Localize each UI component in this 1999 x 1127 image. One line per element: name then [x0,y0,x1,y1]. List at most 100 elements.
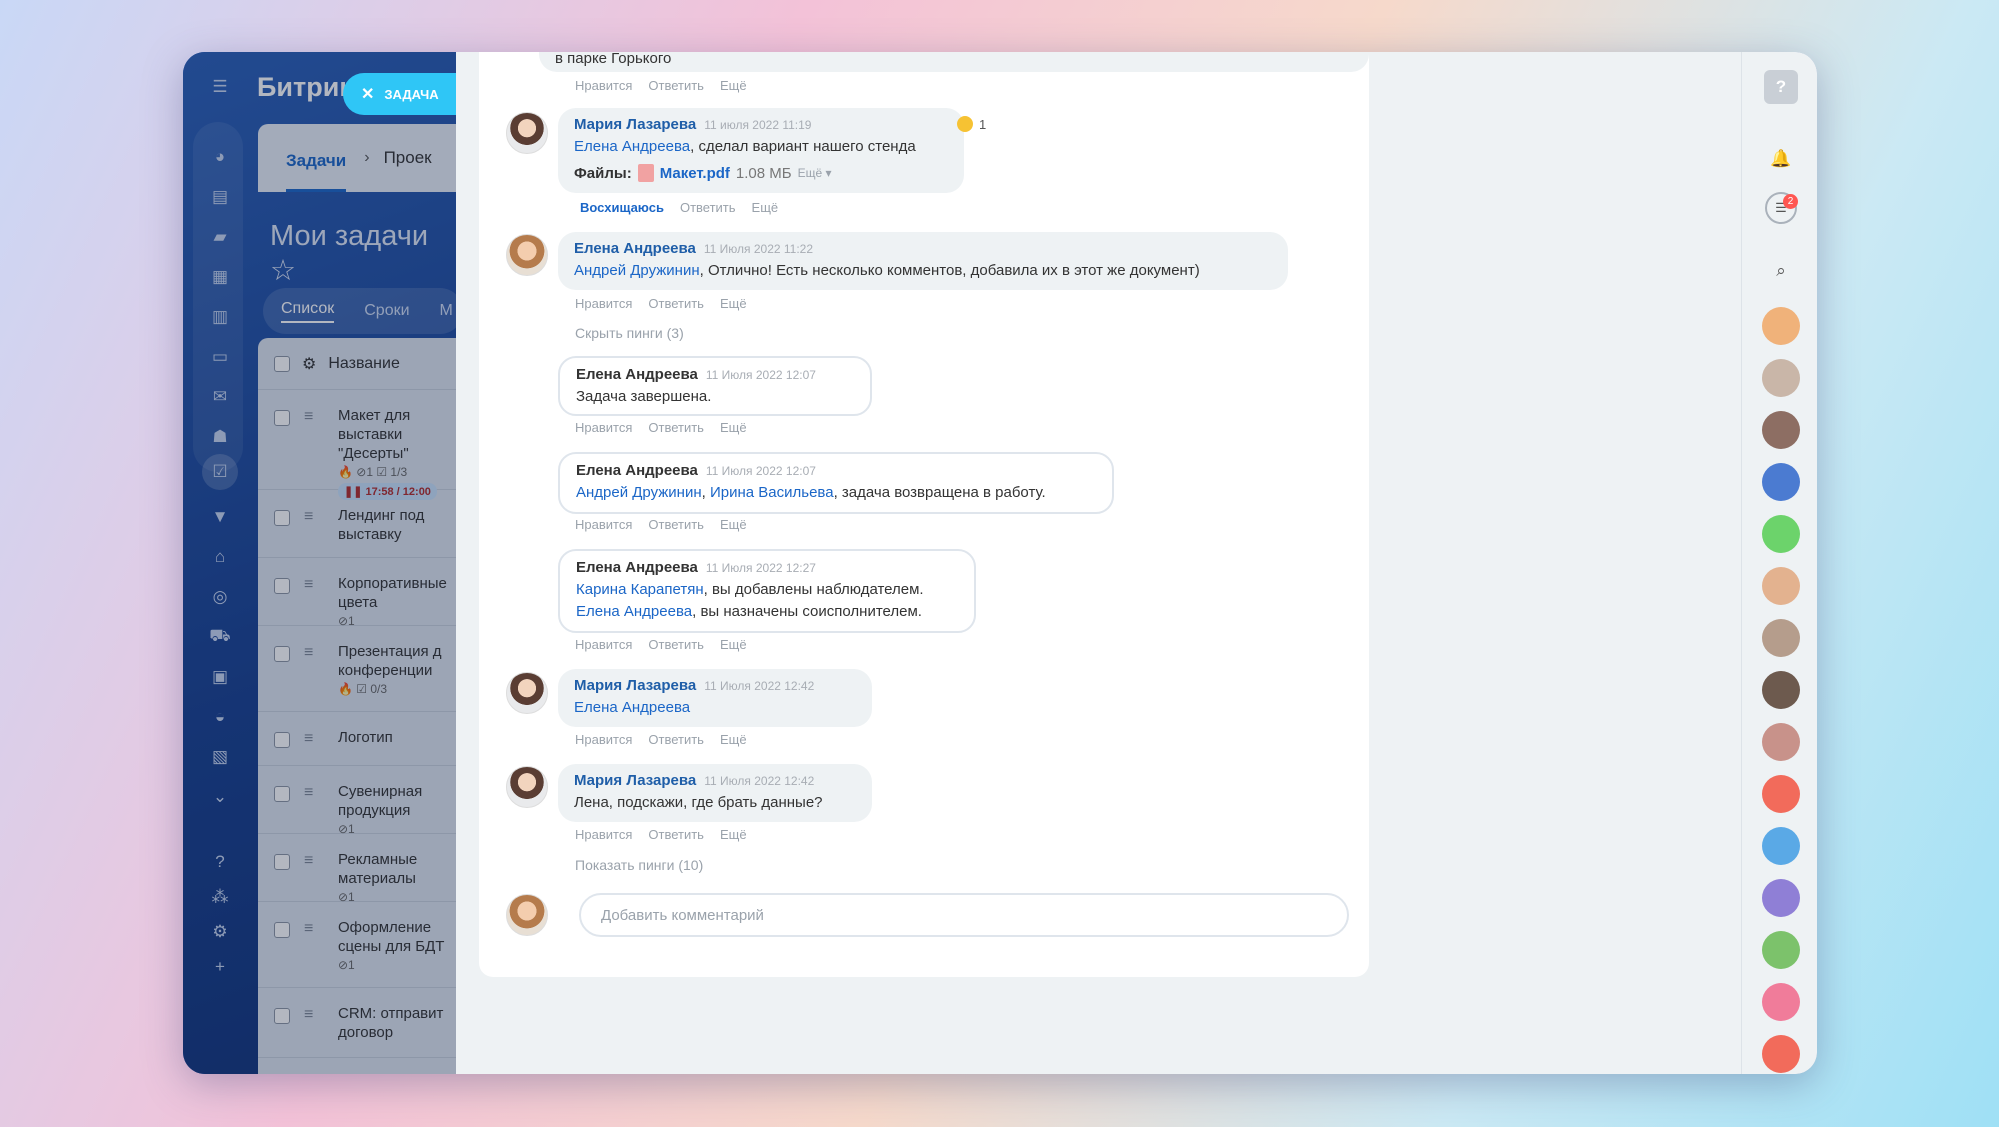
avatar[interactable] [1762,359,1800,397]
user-icon[interactable] [1762,723,1800,761]
comment-author[interactable]: Елена Андреева [576,462,698,479]
avatar[interactable] [1762,671,1800,709]
like-button[interactable]: Нравится [575,827,632,842]
task-slider: в парке Горького Нравится Ответить Ещё М… [456,52,1817,1074]
more-button[interactable]: Ещё [720,732,747,747]
comment-text: Карина Карапетян, вы добавлены наблюдате… [576,581,924,620]
reply-button[interactable]: Ответить [648,517,704,532]
help-button[interactable]: ? [1764,70,1798,104]
user-icon[interactable] [1762,879,1800,917]
mention-link[interactable]: Елена Андреева [574,699,690,716]
right-sidebar: ? 🔔 ☰ 2 ⌕ [1741,52,1817,1074]
comment-bubble: Мария Лазарева 11 июля 2022 11:19 Елена А… [558,108,964,193]
reply-button[interactable]: Ответить [648,420,704,435]
mention-link[interactable]: Андрей Дружинин [574,262,700,279]
comment-author[interactable]: Мария Лазарева [574,677,696,694]
mention-link[interactable]: Ирина Васильева [710,484,834,501]
like-button[interactable]: Нравится [575,296,632,311]
comment-text: Андрей Дружинин, Отлично! Есть несколько… [574,262,1200,279]
like-button[interactable]: Нравится [575,78,632,93]
reply-button[interactable]: Ответить [648,732,704,747]
avatar[interactable] [1762,411,1800,449]
more-button[interactable]: Ещё [720,296,747,311]
mention-link[interactable]: Андрей Дружинин [576,484,702,501]
reply-button[interactable]: Ответить [648,78,704,93]
more-button[interactable]: Ещё [752,200,779,215]
comment-date[interactable]: 11 Июля 2022 12:27 [706,561,816,575]
like-button[interactable]: Нравится [575,517,632,532]
reply-button[interactable]: Ответить [648,827,704,842]
bell-icon[interactable]: 🔔 [1762,140,1800,178]
more-button[interactable]: Ещё [720,517,747,532]
comment-date[interactable]: 11 Июля 2022 12:42 [704,679,814,693]
reaction-badge[interactable]: 1 [957,116,986,132]
avatar[interactable] [506,234,548,276]
more-button[interactable]: Ещё [720,637,747,652]
like-button[interactable]: Нравится [575,420,632,435]
file-more-button[interactable]: Ещё ▾ [798,166,832,180]
comment-text: Андрей Дружинин, Ирина Васильева, задача… [576,484,1046,501]
more-button[interactable]: Ещё [720,78,747,93]
comment-author[interactable]: Мария Лазарева [574,116,696,133]
avatar[interactable] [1762,567,1800,605]
reply-button[interactable]: Ответить [680,200,736,215]
hide-pings-link[interactable]: Скрыть пинги (3) [575,325,684,341]
comment-date[interactable]: 11 Июля 2022 12:07 [706,464,816,478]
more-button[interactable]: Ещё [720,420,747,435]
ping-bubble: Елена Андреева 11 Июля 2022 12:07 Задача … [558,356,872,416]
mention-link[interactable]: Елена Андреева [576,603,692,620]
overlay-dim[interactable] [183,52,456,1074]
admire-button[interactable]: Восхищаюсь [580,200,664,215]
reply-button[interactable]: Ответить [648,296,704,311]
comment-input[interactable]: Добавить комментарий [579,893,1349,937]
comment-author[interactable]: Елена Андреева [576,559,698,576]
show-pings-link[interactable]: Показать пинги (10) [575,857,703,873]
comment-author[interactable]: Елена Андреева [574,240,696,257]
avatar[interactable] [1762,619,1800,657]
more-button[interactable]: Ещё [720,827,747,842]
file-size: 1.08 МБ [735,164,792,182]
group-chat-icon[interactable] [1762,463,1800,501]
pdf-icon [637,164,654,182]
comment-date[interactable]: 11 июля 2022 11:19 [704,118,811,132]
avatar[interactable] [506,112,548,154]
task-pill-label: ЗАДАЧА [384,86,439,102]
mention-link[interactable]: Елена Андреева [574,138,690,155]
comment-bubble: Елена Андреева 11 Июля 2022 11:22 Андрей … [558,232,1288,290]
crm-chat-icon[interactable] [1762,983,1800,1021]
avatar[interactable] [1762,307,1800,345]
comment-bubble: Мария Лазарева 11 Июля 2022 12:42 Лена, п… [558,764,872,822]
like-button[interactable]: Нравится [575,637,632,652]
reply-button[interactable]: Ответить [648,637,704,652]
chat-badge: 2 [1783,194,1798,209]
avatar[interactable] [506,672,548,714]
comment-actions: Нравится Ответить Ещё [575,637,747,652]
comment-actions: Нравится Ответить Ещё [575,78,747,93]
comments-card: в парке Горького Нравится Ответить Ещё М… [479,52,1369,977]
comment-text: Елена Андреева, сделал вариант нашего ст… [574,138,916,155]
file-link[interactable]: Макет.pdf [660,165,730,182]
ping-bubble: Елена Андреева 11 Июля 2022 12:27 Карина … [558,549,976,633]
comment-date[interactable]: 11 Июля 2022 11:22 [704,242,813,256]
files-label: Файлы: [574,164,632,182]
user-icon[interactable] [1762,1035,1800,1073]
mention-link[interactable]: Карина Карапетян [576,581,704,598]
comment-actions: Восхищаюсь Ответить Ещё [580,200,778,215]
comment-actions: Нравится Ответить Ещё [575,517,747,532]
comment-bubble: Мария Лазарева 11 Июля 2022 12:42 Елена А… [558,669,872,727]
comment-author[interactable]: Мария Лазарева [574,772,696,789]
comment-author[interactable]: Елена Андреева [576,366,698,383]
search-icon[interactable]: ⌕ [1762,252,1800,290]
comment-date[interactable]: 11 Июля 2022 12:42 [704,774,814,788]
like-button[interactable]: Нравится [575,732,632,747]
reaction-count: 1 [979,116,987,132]
user-icon[interactable] [1762,827,1800,865]
close-icon[interactable]: ✕ [361,84,374,104]
comment-date[interactable]: 11 Июля 2022 12:07 [706,368,816,382]
avatar[interactable] [506,766,548,808]
file-list: Файлы: Макет.pdf 1.08 МБ Ещё ▾ [574,164,948,182]
crm-chat-icon[interactable] [1762,515,1800,553]
comment-text: Елена Андреева [574,697,856,719]
user-icon[interactable] [1762,931,1800,969]
user-icon[interactable] [1762,775,1800,813]
